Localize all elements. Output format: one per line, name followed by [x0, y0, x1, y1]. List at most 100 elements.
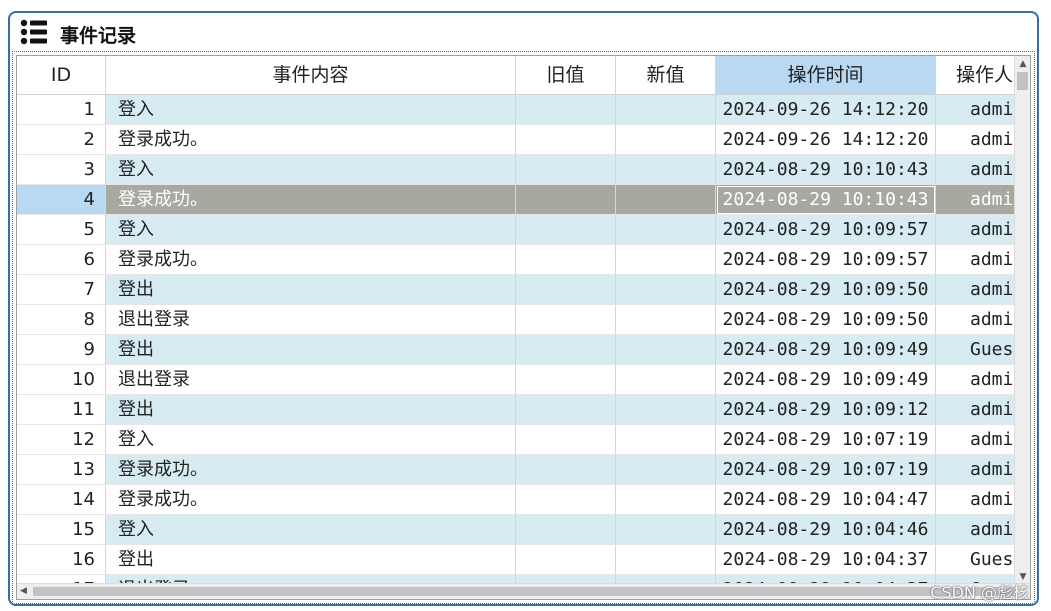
table-row[interactable]: 7 登出 2024-08-29 10:09:50 admin — [17, 275, 1030, 305]
cell-time[interactable]: 2024-08-29 10:04:46 — [716, 515, 936, 545]
column-header-time[interactable]: 操作时间 — [716, 56, 936, 95]
cell-old-value[interactable] — [516, 455, 616, 485]
cell-old-value[interactable] — [516, 545, 616, 575]
cell-event[interactable]: 登入 — [106, 95, 516, 125]
cell-old-value[interactable] — [516, 425, 616, 455]
cell-id[interactable]: 8 — [17, 305, 106, 335]
cell-event[interactable]: 登录成功。 — [106, 185, 516, 215]
cell-time[interactable]: 2024-09-26 14:12:20 — [716, 95, 936, 125]
table-row[interactable]: 12 登入 2024-08-29 10:07:19 admin — [17, 425, 1030, 455]
column-header-new-value[interactable]: 新值 — [616, 56, 716, 95]
cell-time[interactable]: 2024-08-29 10:04:37 — [716, 545, 936, 575]
horizontal-scroll-thumb[interactable] — [33, 587, 1016, 596]
cell-new-value[interactable] — [616, 305, 716, 335]
cell-id[interactable]: 13 — [17, 455, 106, 485]
cell-new-value[interactable] — [616, 455, 716, 485]
cell-old-value[interactable] — [516, 95, 616, 125]
table-row[interactable]: 13 登录成功。 2024-08-29 10:07:19 admin — [17, 455, 1030, 485]
column-header-id[interactable]: ID — [17, 56, 106, 95]
table-row[interactable]: 10 退出登录 2024-08-29 10:09:49 admin — [17, 365, 1030, 395]
cell-id[interactable]: 9 — [17, 335, 106, 365]
cell-event[interactable]: 登入 — [106, 155, 516, 185]
cell-new-value[interactable] — [616, 215, 716, 245]
table-row[interactable]: 2 登录成功。 2024-09-26 14:12:20 admin — [17, 125, 1030, 155]
cell-new-value[interactable] — [616, 95, 716, 125]
cell-new-value[interactable] — [616, 515, 716, 545]
cell-id[interactable]: 4 — [17, 185, 106, 215]
cell-id[interactable]: 2 — [17, 125, 106, 155]
cell-old-value[interactable] — [516, 485, 616, 515]
cell-time[interactable]: 2024-08-29 10:09:49 — [716, 365, 936, 395]
cell-event[interactable]: 登录成功。 — [106, 485, 516, 515]
cell-id[interactable]: 5 — [17, 215, 106, 245]
cell-new-value[interactable] — [616, 125, 716, 155]
cell-old-value[interactable] — [516, 515, 616, 545]
cell-event[interactable]: 登录成功。 — [106, 245, 516, 275]
cell-id[interactable]: 6 — [17, 245, 106, 275]
cell-id[interactable]: 14 — [17, 485, 106, 515]
event-grid[interactable]: ID 事件内容 旧值 新值 操作时间 操作人员 1 登入 2024-09-26 14… — [16, 55, 1031, 600]
cell-time[interactable]: 2024-08-29 10:09:50 — [716, 305, 936, 335]
cell-event[interactable]: 登录成功。 — [106, 455, 516, 485]
cell-time[interactable]: 2024-08-29 10:09:12 — [716, 395, 936, 425]
cell-old-value[interactable] — [516, 125, 616, 155]
cell-old-value[interactable] — [516, 215, 616, 245]
cell-event[interactable]: 登录成功。 — [106, 125, 516, 155]
table-row[interactable]: 11 登出 2024-08-29 10:09:12 admin — [17, 395, 1030, 425]
cell-id[interactable]: 16 — [17, 545, 106, 575]
cell-event[interactable]: 登出 — [106, 545, 516, 575]
table-row[interactable]: 14 登录成功。 2024-08-29 10:04:47 admin — [17, 485, 1030, 515]
cell-old-value[interactable] — [516, 335, 616, 365]
cell-time[interactable]: 2024-09-26 14:12:20 — [716, 125, 936, 155]
cell-new-value[interactable] — [616, 155, 716, 185]
table-row[interactable]: 6 登录成功。 2024-08-29 10:09:57 admin — [17, 245, 1030, 275]
cell-time[interactable]: 2024-08-29 10:09:50 — [716, 275, 936, 305]
table-row[interactable]: 3 登入 2024-08-29 10:10:43 admin — [17, 155, 1030, 185]
table-row[interactable]: 5 登入 2024-08-29 10:09:57 admin — [17, 215, 1030, 245]
cell-id[interactable]: 10 — [17, 365, 106, 395]
cell-event[interactable]: 登入 — [106, 425, 516, 455]
vertical-scroll-thumb[interactable] — [1017, 72, 1028, 90]
cell-event[interactable]: 登出 — [106, 275, 516, 305]
column-header-old-value[interactable]: 旧值 — [516, 56, 616, 95]
scroll-up-icon[interactable]: ▲ — [1015, 58, 1030, 70]
cell-time[interactable]: 2024-08-29 10:07:19 — [716, 425, 936, 455]
cell-time[interactable]: 2024-08-29 10:09:49 — [716, 335, 936, 365]
cell-event[interactable]: 退出登录 — [106, 305, 516, 335]
cell-new-value[interactable] — [616, 485, 716, 515]
cell-time[interactable]: 2024-08-29 10:10:43 — [716, 155, 936, 185]
cell-old-value[interactable] — [516, 305, 616, 335]
cell-time[interactable]: 2024-08-29 10:07:19 — [716, 455, 936, 485]
cell-new-value[interactable] — [616, 545, 716, 575]
cell-event[interactable]: 登出 — [106, 335, 516, 365]
cell-new-value[interactable] — [616, 425, 716, 455]
cell-event[interactable]: 登入 — [106, 515, 516, 545]
cell-event[interactable]: 登入 — [106, 215, 516, 245]
cell-old-value[interactable] — [516, 245, 616, 275]
cell-id[interactable]: 15 — [17, 515, 106, 545]
column-header-event[interactable]: 事件内容 — [106, 56, 516, 95]
cell-time[interactable]: 2024-08-29 10:09:57 — [716, 245, 936, 275]
cell-new-value[interactable] — [616, 275, 716, 305]
cell-new-value[interactable] — [616, 335, 716, 365]
vertical-scrollbar[interactable]: ▲ ▼ — [1014, 56, 1030, 585]
cell-time[interactable]: 2024-08-29 10:09:57 — [716, 215, 936, 245]
cell-new-value[interactable] — [616, 245, 716, 275]
cell-old-value[interactable] — [516, 395, 616, 425]
table-row[interactable]: 15 登入 2024-08-29 10:04:46 admin — [17, 515, 1030, 545]
cell-event[interactable]: 退出登录 — [106, 365, 516, 395]
cell-new-value[interactable] — [616, 365, 716, 395]
table-row[interactable]: 9 登出 2024-08-29 10:09:49 Guest — [17, 335, 1030, 365]
cell-time[interactable]: 2024-08-29 10:04:47 — [716, 485, 936, 515]
cell-new-value[interactable] — [616, 395, 716, 425]
cell-id[interactable]: 3 — [17, 155, 106, 185]
cell-old-value[interactable] — [516, 365, 616, 395]
table-row[interactable]: 1 登入 2024-09-26 14:12:20 admin — [17, 95, 1030, 125]
table-row[interactable]: 4 登录成功。 2024-08-29 10:10:43 admin — [17, 185, 1030, 215]
table-row[interactable]: 8 退出登录 2024-08-29 10:09:50 admin — [17, 305, 1030, 335]
horizontal-scrollbar[interactable]: ◀ — [17, 583, 1030, 599]
cell-old-value[interactable] — [516, 275, 616, 305]
table-row[interactable]: 16 登出 2024-08-29 10:04:37 Guest — [17, 545, 1030, 575]
cell-event[interactable]: 登出 — [106, 395, 516, 425]
cell-time[interactable]: 2024-08-29 10:10:43 — [716, 185, 936, 215]
